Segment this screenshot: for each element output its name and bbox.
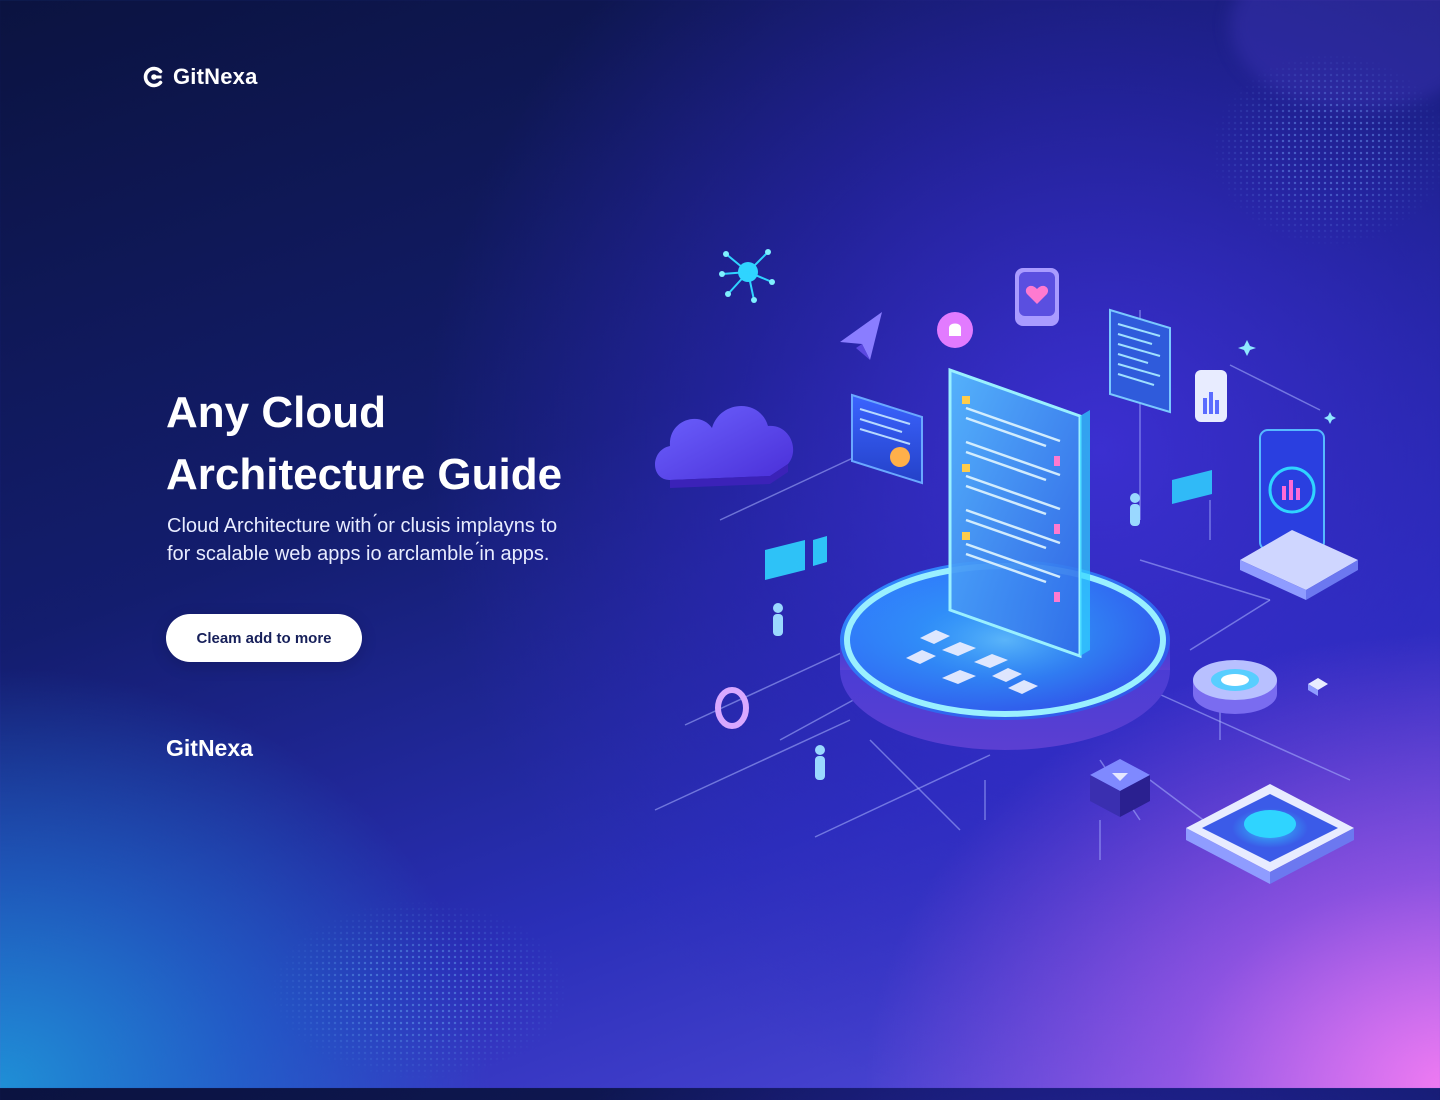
node-icon-right xyxy=(1308,678,1328,696)
main-screen xyxy=(948,367,1090,659)
bell-icon xyxy=(937,312,973,348)
footer-brand: GitNexa xyxy=(166,735,253,761)
server-icon xyxy=(1240,429,1358,600)
hero-subtitle: Cloud Architecture with ́or clusis impla… xyxy=(167,512,637,568)
network-icon xyxy=(719,249,775,303)
send-icon xyxy=(840,312,882,360)
cloud-icon xyxy=(655,405,794,488)
small-cube xyxy=(1090,759,1150,817)
hero-subtitle-line-2: for scalable web apps io arclamble ́in a… xyxy=(167,543,550,565)
logo-text: GitNexa xyxy=(173,64,258,89)
cyan-chip-right xyxy=(1172,470,1212,504)
hero-title-line-1: Any Cloud xyxy=(166,388,386,437)
gitnexa-logo-icon xyxy=(143,66,163,88)
hero-title-line-2: Architecture Guide xyxy=(166,450,563,499)
header-logo[interactable]: GitNexa xyxy=(141,64,258,90)
decorative-dots-bottom-left xyxy=(230,870,610,1100)
glow-pad xyxy=(1186,784,1354,884)
chart-icon xyxy=(1195,370,1227,422)
database-icon xyxy=(1193,660,1277,714)
cta-button[interactable]: Cleam add to more xyxy=(166,614,362,662)
hero-subtitle-line-1: Cloud Architecture with ́or clusis impla… xyxy=(167,515,558,537)
document-icon xyxy=(1109,308,1171,414)
small-card-left xyxy=(851,393,923,485)
sparkle-icons xyxy=(1238,340,1336,424)
cloud-architecture-illustration xyxy=(654,249,1358,884)
hero-title: Any Cloud Architecture Guide xyxy=(166,382,626,506)
cyan-chips xyxy=(765,536,827,580)
heart-icon xyxy=(1015,268,1059,326)
